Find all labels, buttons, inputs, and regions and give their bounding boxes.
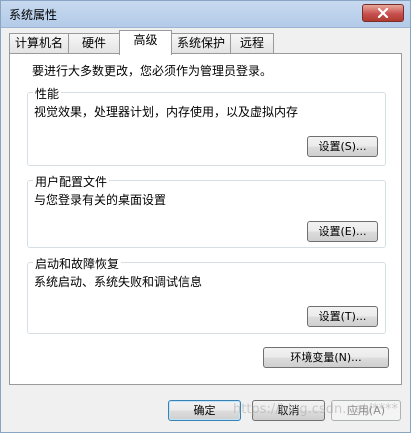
- startup-recovery-settings-button[interactable]: 设置(T)...: [307, 306, 378, 327]
- close-icon: [377, 8, 389, 18]
- ok-button[interactable]: 确定: [168, 400, 241, 421]
- window-title: 系统属性: [9, 8, 58, 22]
- user-profiles-title: 用户配置文件: [33, 173, 110, 190]
- close-button[interactable]: [362, 4, 404, 22]
- watermark-text: https://blog.csdn.net/****: [233, 402, 399, 417]
- performance-title: 性能: [33, 85, 62, 102]
- tab-computer-name[interactable]: 计算机名: [9, 33, 69, 54]
- performance-group: 性能 视觉效果，处理器计划，内存使用，以及虚拟内存 设置(S)...: [27, 85, 386, 166]
- tab-remote[interactable]: 远程: [230, 33, 274, 54]
- startup-recovery-title: 启动和故障恢复: [33, 255, 122, 272]
- admin-notice: 要进行大多数更改，您必须作为管理员登录。: [32, 64, 273, 78]
- tab-system-protection[interactable]: 系统保护: [171, 33, 231, 54]
- advanced-tab-panel: 要进行大多数更改，您必须作为管理员登录。 性能 视觉效果，处理器计划，内存使用，…: [9, 53, 402, 385]
- environment-variables-button[interactable]: 环境变量(N)...: [263, 347, 389, 368]
- user-profiles-settings-button[interactable]: 设置(E)...: [307, 221, 378, 242]
- user-profiles-description: 与您登录有关的桌面设置: [34, 193, 167, 207]
- tab-hardware[interactable]: 硬件: [68, 33, 120, 54]
- startup-recovery-group: 启动和故障恢复 系统启动、系统失败和调试信息 设置(T)...: [27, 255, 386, 334]
- performance-settings-button[interactable]: 设置(S)...: [307, 136, 378, 157]
- system-properties-window: 系统属性 计算机名 硬件 高级 系统保护 远程 要进行大多数更改，您必须作为管理…: [0, 0, 411, 433]
- title-bar[interactable]: 系统属性: [1, 1, 410, 28]
- tab-advanced[interactable]: 高级: [119, 30, 172, 55]
- performance-description: 视觉效果，处理器计划，内存使用，以及虚拟内存: [34, 105, 299, 119]
- user-profiles-group: 用户配置文件 与您登录有关的桌面设置 设置(E)...: [27, 173, 386, 248]
- startup-recovery-description: 系统启动、系统失败和调试信息: [34, 275, 203, 289]
